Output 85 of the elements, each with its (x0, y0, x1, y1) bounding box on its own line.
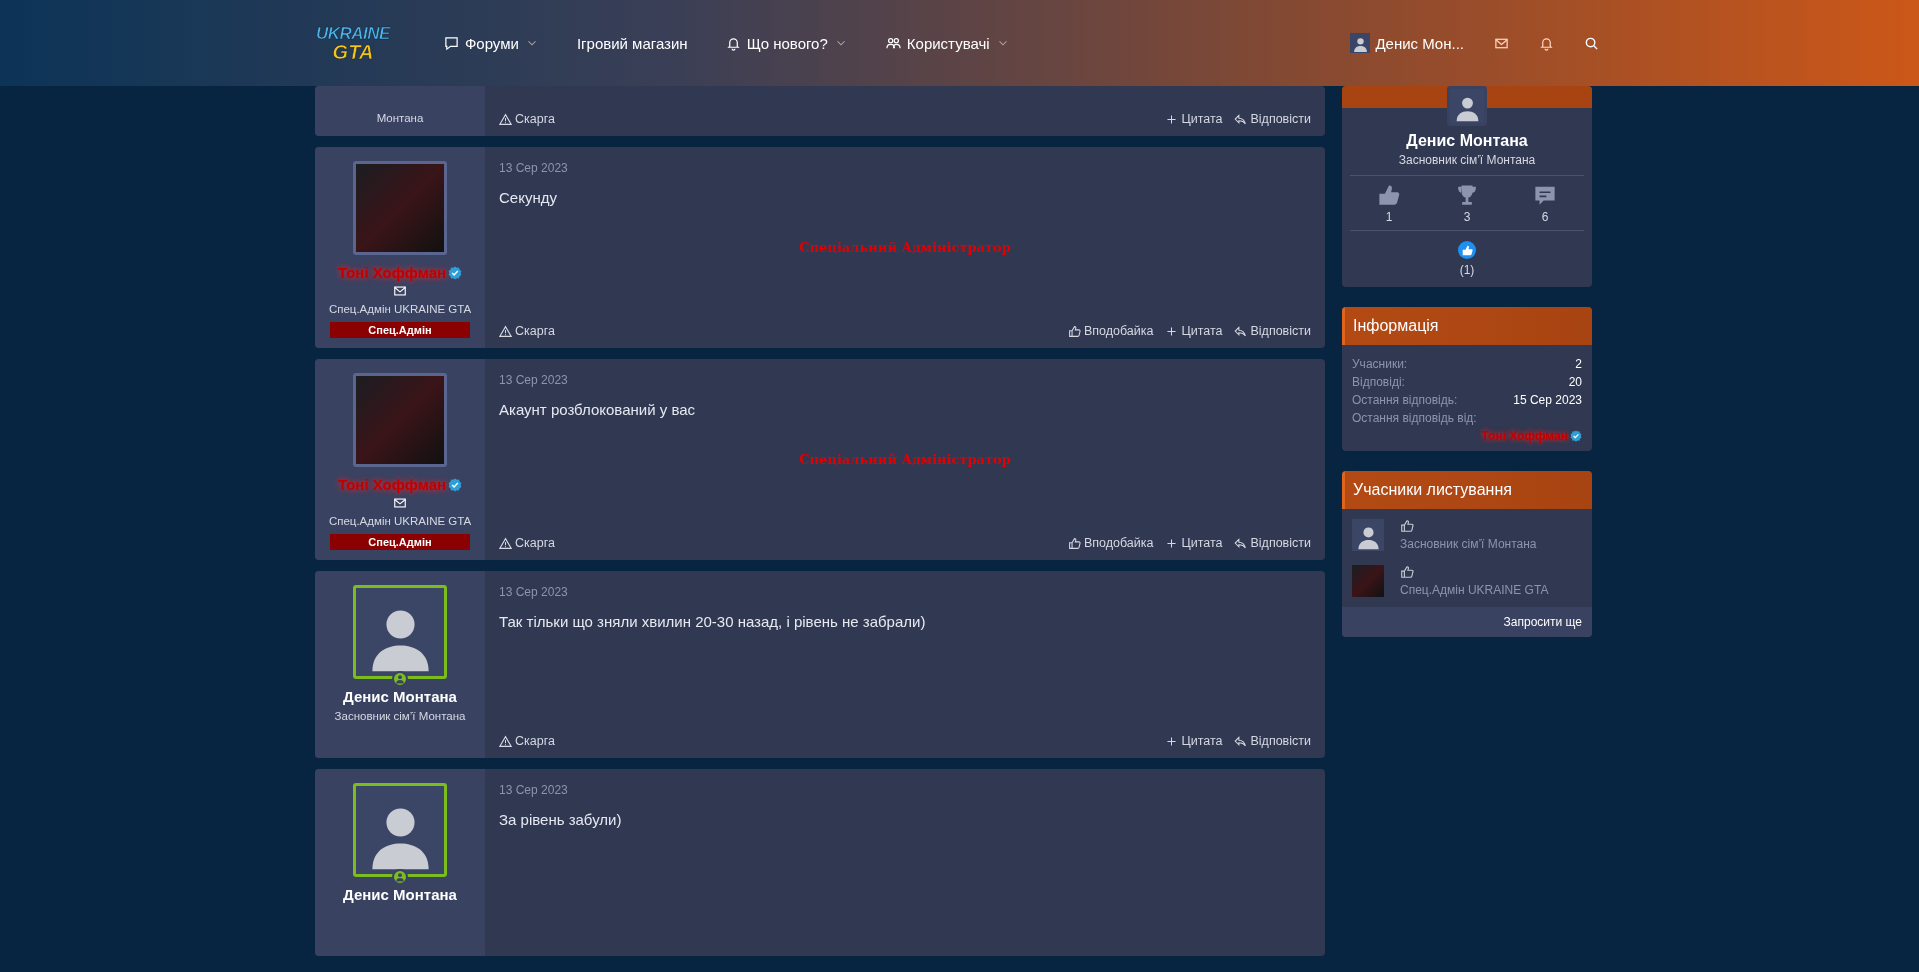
user-menu[interactable]: Денис Мон... (1350, 33, 1464, 53)
like-icon (1067, 324, 1081, 338)
reply-link[interactable]: Відповісти (1234, 324, 1311, 338)
notification-icon[interactable] (1539, 35, 1554, 51)
user-title: Засновник сім’ї Монтана (1397, 153, 1537, 167)
panel-title: Інформація (1342, 307, 1592, 345)
user-title: Монтана (376, 111, 424, 126)
site-logo[interactable]: UKRAINE GTA (310, 20, 396, 66)
role-badge: Спец.Адмін (330, 534, 470, 550)
reply-icon (1234, 112, 1248, 126)
report-link[interactable]: Скарга (499, 536, 555, 550)
comment-icon (1534, 184, 1556, 206)
info-label: Учасники: (1352, 357, 1408, 371)
avatar-image (1352, 565, 1384, 597)
like-icon (1400, 565, 1414, 579)
invite-link[interactable]: Запросити ще (1503, 615, 1582, 629)
reaction-count[interactable]: (1) (1459, 263, 1475, 277)
like-link[interactable]: Вподобайка (1067, 324, 1154, 338)
reply-link[interactable]: Відповісти (1234, 112, 1311, 126)
post-text: Акаунт розблокований у вас (499, 401, 697, 418)
reply-link[interactable]: Відповісти (1234, 536, 1311, 550)
reply-icon (1234, 734, 1248, 748)
stat-count: 3 (1463, 210, 1471, 224)
search-icon[interactable] (1584, 35, 1599, 51)
nav-item[interactable]: Ігровий магазин (568, 28, 696, 58)
quote-link[interactable]: Цитата (1165, 734, 1223, 748)
report-link[interactable]: Скарга (499, 734, 555, 748)
report-icon (499, 324, 512, 338)
users-icon (885, 35, 901, 51)
report-icon (499, 734, 512, 748)
info-value: 15 Сер 2023 (1513, 393, 1582, 407)
like-link[interactable]: Вподобайка (1067, 536, 1154, 550)
info-label: Відповіді: (1352, 375, 1405, 389)
user-title: Засновник сім’ї Монтана (1400, 537, 1537, 551)
info-value: 2 (1575, 357, 1582, 371)
user-title: Спец.Адмін UKRAINE GTA (328, 514, 472, 529)
post-date[interactable]: 13 Сер 2023 (499, 585, 1311, 599)
report-icon (499, 536, 512, 550)
report-link[interactable]: Скарга (499, 112, 555, 126)
nav-item[interactable]: Форуми (435, 28, 547, 58)
reply-icon (1234, 324, 1248, 338)
user-title: Спец.Адмін UKRAINE GTA (328, 302, 472, 317)
post-date[interactable]: 13 Сер 2023 (499, 783, 1311, 797)
reply-icon (1234, 536, 1248, 550)
message-icon[interactable] (393, 284, 407, 298)
signature-text: Спеціальний Адміністратор (799, 452, 1011, 467)
user-title: Спец.Адмін UKRAINE GTA (1400, 583, 1549, 597)
role-badge: Спец.Адмін (330, 322, 470, 338)
info-label: Остання відповідь від: (1352, 411, 1478, 425)
nav-item[interactable]: Що нового? (717, 28, 856, 58)
quote-link[interactable]: Цитата (1165, 536, 1223, 550)
reply-link[interactable]: Відповісти (1234, 734, 1311, 748)
user-title: Засновник сім’ї Монтана (334, 709, 466, 724)
stat-count: 6 (1541, 210, 1549, 224)
thumb-icon (1378, 184, 1400, 206)
panel-title: Учасники листування (1342, 471, 1592, 509)
post-text: Секунду (499, 189, 558, 206)
quote-icon (1165, 112, 1179, 126)
trophy-icon (1456, 184, 1478, 206)
quote-icon (1165, 536, 1179, 550)
report-icon (499, 112, 512, 126)
like-icon (1400, 519, 1414, 533)
quote-icon (1165, 324, 1179, 338)
nav-item[interactable]: Користувачі (877, 28, 1018, 58)
like-icon (1067, 536, 1081, 550)
like-reaction-icon[interactable] (1458, 241, 1476, 259)
quote-link[interactable]: Цитата (1165, 324, 1223, 338)
quote-icon (1165, 734, 1179, 748)
author-name[interactable]: Денис Монтана (343, 886, 457, 903)
stat-count: 1 (1385, 210, 1393, 224)
post-date[interactable]: 13 Сер 2023 (499, 373, 1311, 387)
quote-link[interactable]: Цитата (1165, 112, 1223, 126)
post-date[interactable]: 13 Сер 2023 (499, 161, 1311, 175)
bell-icon (725, 35, 741, 51)
chat-icon (443, 35, 459, 51)
author-name[interactable]: Денис Монтана (343, 688, 457, 705)
post-text: За рівень забули) (499, 811, 623, 828)
post-text: Так тільки що зняли хвилин 20-30 назад, і рівень не забрали) (499, 613, 927, 630)
report-link[interactable]: Скарга (499, 324, 555, 338)
info-value: 20 (1568, 375, 1582, 389)
message-icon[interactable] (393, 496, 407, 510)
thumb-icon (1461, 244, 1473, 256)
profile-name[interactable]: Денис Монтана (1342, 132, 1592, 150)
info-label: Остання відповідь: (1352, 393, 1458, 407)
signature-text: Спеціальний Адміністратор (799, 240, 1011, 255)
